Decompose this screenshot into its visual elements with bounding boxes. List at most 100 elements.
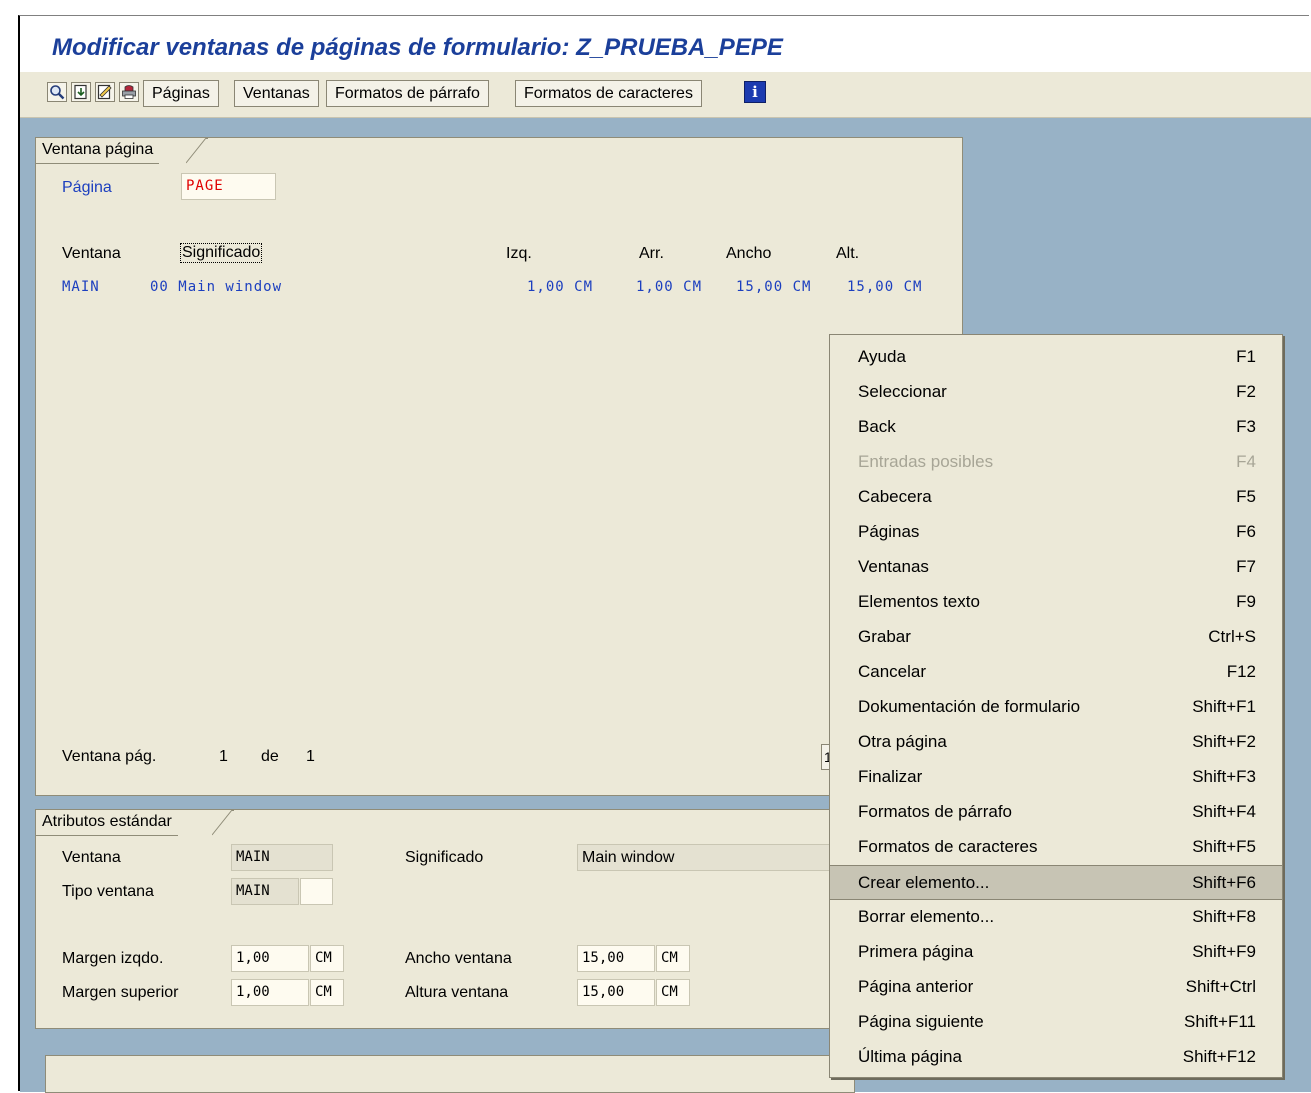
menu-item-label: Finalizar [858, 767, 923, 786]
toolbar-button-formatos-parrafo[interactable]: Formatos de párrafo [326, 80, 489, 107]
menu-item-shortcut: Shift+F8 [1192, 907, 1256, 926]
magnifier-icon[interactable] [47, 82, 67, 102]
save-document-icon[interactable] [71, 82, 91, 102]
page-value[interactable]: PAGE [181, 173, 276, 200]
menu-item-borrar-elemento[interactable]: Borrar elemento... Shift+F8 [830, 900, 1282, 935]
tipo-ventana-label: Tipo ventana [62, 883, 154, 900]
altura-ventana-label: Altura ventana [405, 984, 509, 1001]
toolbar-button-paginas[interactable]: Páginas [143, 80, 219, 107]
menu-item-shortcut: F3 [1236, 417, 1256, 436]
ventana-field[interactable]: MAIN [231, 844, 333, 871]
menu-item-entradas-posibles: Entradas posibles F4 [830, 445, 1282, 480]
margen-izq-unit[interactable]: CM [310, 945, 344, 972]
margen-izq-field[interactable]: 1,00 [231, 945, 309, 972]
menu-item-ventanas[interactable]: Ventanas F7 [830, 550, 1282, 585]
altura-ventana-unit[interactable]: CM [656, 979, 690, 1006]
menu-item-cancelar[interactable]: Cancelar F12 [830, 655, 1282, 690]
menu-item-shortcut: F6 [1236, 522, 1256, 541]
menu-item-pagina-siguiente[interactable]: Página siguiente Shift+F11 [830, 1005, 1282, 1040]
pager-current: 1 [219, 748, 228, 765]
menu-item-pagina-anterior[interactable]: Página anterior Shift+Ctrl [830, 970, 1282, 1005]
margen-sup-unit[interactable]: CM [310, 979, 344, 1006]
tab-ventana-pagina: Ventana página [36, 138, 160, 164]
toolbar-button-formatos-caracteres[interactable]: Formatos de caracteres [515, 80, 702, 107]
menu-item-label: Ventanas [858, 557, 929, 576]
menu-item-otra-pagina[interactable]: Otra página Shift+F2 [830, 725, 1282, 760]
menu-item-crear-elemento[interactable]: Crear elemento... Shift+F6 [830, 865, 1282, 900]
menu-item-paginas[interactable]: Páginas F6 [830, 515, 1282, 550]
menu-item-grabar[interactable]: Grabar Ctrl+S [830, 620, 1282, 655]
menu-item-shortcut: Shift+F11 [1184, 1012, 1256, 1031]
title-bar: Modificar ventanas de páginas de formula… [20, 20, 1311, 70]
menu-item-ayuda[interactable]: Ayuda F1 [830, 340, 1282, 375]
attributes-panel: Atributos estándar Ventana MAIN Signific… [35, 809, 963, 1029]
tab-edge [186, 138, 208, 164]
menu-item-shortcut: Shift+F5 [1192, 837, 1256, 856]
ancho-ventana-label: Ancho ventana [405, 950, 512, 967]
margen-sup-field[interactable]: 1,00 [231, 979, 309, 1006]
menu-item-shortcut: Shift+F12 [1182, 1047, 1256, 1066]
menu-item-shortcut: F4 [1236, 452, 1256, 471]
menu-item-label: Cancelar [858, 662, 927, 681]
ancho-ventana-field[interactable]: 15,00 [577, 945, 655, 972]
menu-item-shortcut: F7 [1236, 557, 1256, 576]
menu-item-shortcut: F5 [1236, 487, 1256, 506]
context-menu: Ayuda F1 Seleccionar F2 Back F3 Entradas po… [829, 334, 1283, 1078]
menu-item-shortcut: Shift+F4 [1192, 802, 1256, 821]
menu-item-documentacion-formulario[interactable]: Dokumentación de formulario Shift+F1 [830, 690, 1282, 725]
row-ventana: MAIN [62, 279, 100, 295]
tipo-ventana-field[interactable]: MAIN [231, 878, 299, 905]
menu-item-label: Última página [858, 1047, 962, 1066]
menu-item-seleccionar[interactable]: Seleccionar F2 [830, 375, 1282, 410]
menu-item-label: Dokumentación de formulario [858, 697, 1081, 716]
menu-item-back[interactable]: Back F3 [830, 410, 1282, 445]
header-izq: Izq. [506, 245, 532, 262]
edit-pencil-icon[interactable] [95, 82, 115, 102]
menu-item-label: Página anterior [858, 977, 974, 996]
ancho-ventana-unit[interactable]: CM [656, 945, 690, 972]
tipo-ventana-extra-field[interactable] [300, 878, 333, 905]
menu-item-shortcut: Shift+F1 [1192, 697, 1256, 716]
menu-item-shortcut: F12 [1226, 662, 1256, 681]
header-arr: Arr. [639, 245, 664, 262]
menu-item-label: Borrar elemento... [858, 907, 995, 926]
menu-item-shortcut: Shift+F9 [1192, 942, 1256, 961]
menu-item-label: Back [858, 417, 896, 436]
tab-atributos-estandar: Atributos estándar [36, 810, 178, 836]
menu-item-shortcut: Ctrl+S [1208, 627, 1256, 646]
menu-item-label: Seleccionar [858, 382, 947, 401]
pager-of: de [261, 748, 279, 765]
menu-item-formatos-caracteres[interactable]: Formatos de caracteres Shift+F5 [830, 830, 1282, 865]
menu-item-finalizar[interactable]: Finalizar Shift+F3 [830, 760, 1282, 795]
menu-item-label: Ayuda [858, 347, 906, 366]
header-ancho: Ancho [726, 245, 772, 262]
page-window-panel: Ventana página Página PAGE Ventana Signi… [35, 137, 963, 796]
altura-ventana-field[interactable]: 15,00 [577, 979, 655, 1006]
menu-item-primera-pagina[interactable]: Primera página Shift+F9 [830, 935, 1282, 970]
menu-item-shortcut: F2 [1236, 382, 1256, 401]
application-toolbar: Páginas Ventanas Formatos de párrafo For… [20, 72, 1311, 118]
toolbar-button-ventanas[interactable]: Ventanas [234, 80, 319, 107]
menu-item-label: Primera página [858, 942, 974, 961]
pager-total: 1 [306, 748, 315, 765]
row-ancho: 15,00 CM [736, 279, 812, 295]
status-strip [45, 1055, 855, 1093]
menu-item-label: Elementos texto [858, 592, 980, 611]
pager-label: Ventana pág. [62, 748, 157, 765]
menu-item-elementos-texto[interactable]: Elementos texto F9 [830, 585, 1282, 620]
menu-item-shortcut: Shift+F3 [1192, 767, 1256, 786]
significado-field[interactable]: Main window [577, 844, 837, 871]
row-significado: 00 Main window [150, 279, 283, 295]
menu-item-cabecera[interactable]: Cabecera F5 [830, 480, 1282, 515]
menu-item-ultima-pagina[interactable]: Última página Shift+F12 [830, 1040, 1282, 1075]
menu-item-label: Otra página [858, 732, 947, 751]
info-icon[interactable]: i [744, 81, 766, 103]
menu-item-formatos-parrafo[interactable]: Formatos de párrafo Shift+F4 [830, 795, 1282, 830]
menu-item-shortcut: Shift+F2 [1192, 732, 1256, 751]
menu-item-label: Formatos de párrafo [858, 802, 1013, 821]
header-significado[interactable]: Significado [180, 243, 263, 263]
menu-item-label: Página siguiente [858, 1012, 984, 1031]
page-label: Página [62, 179, 112, 196]
print-icon[interactable] [119, 82, 139, 102]
menu-item-shortcut: F9 [1236, 592, 1256, 611]
